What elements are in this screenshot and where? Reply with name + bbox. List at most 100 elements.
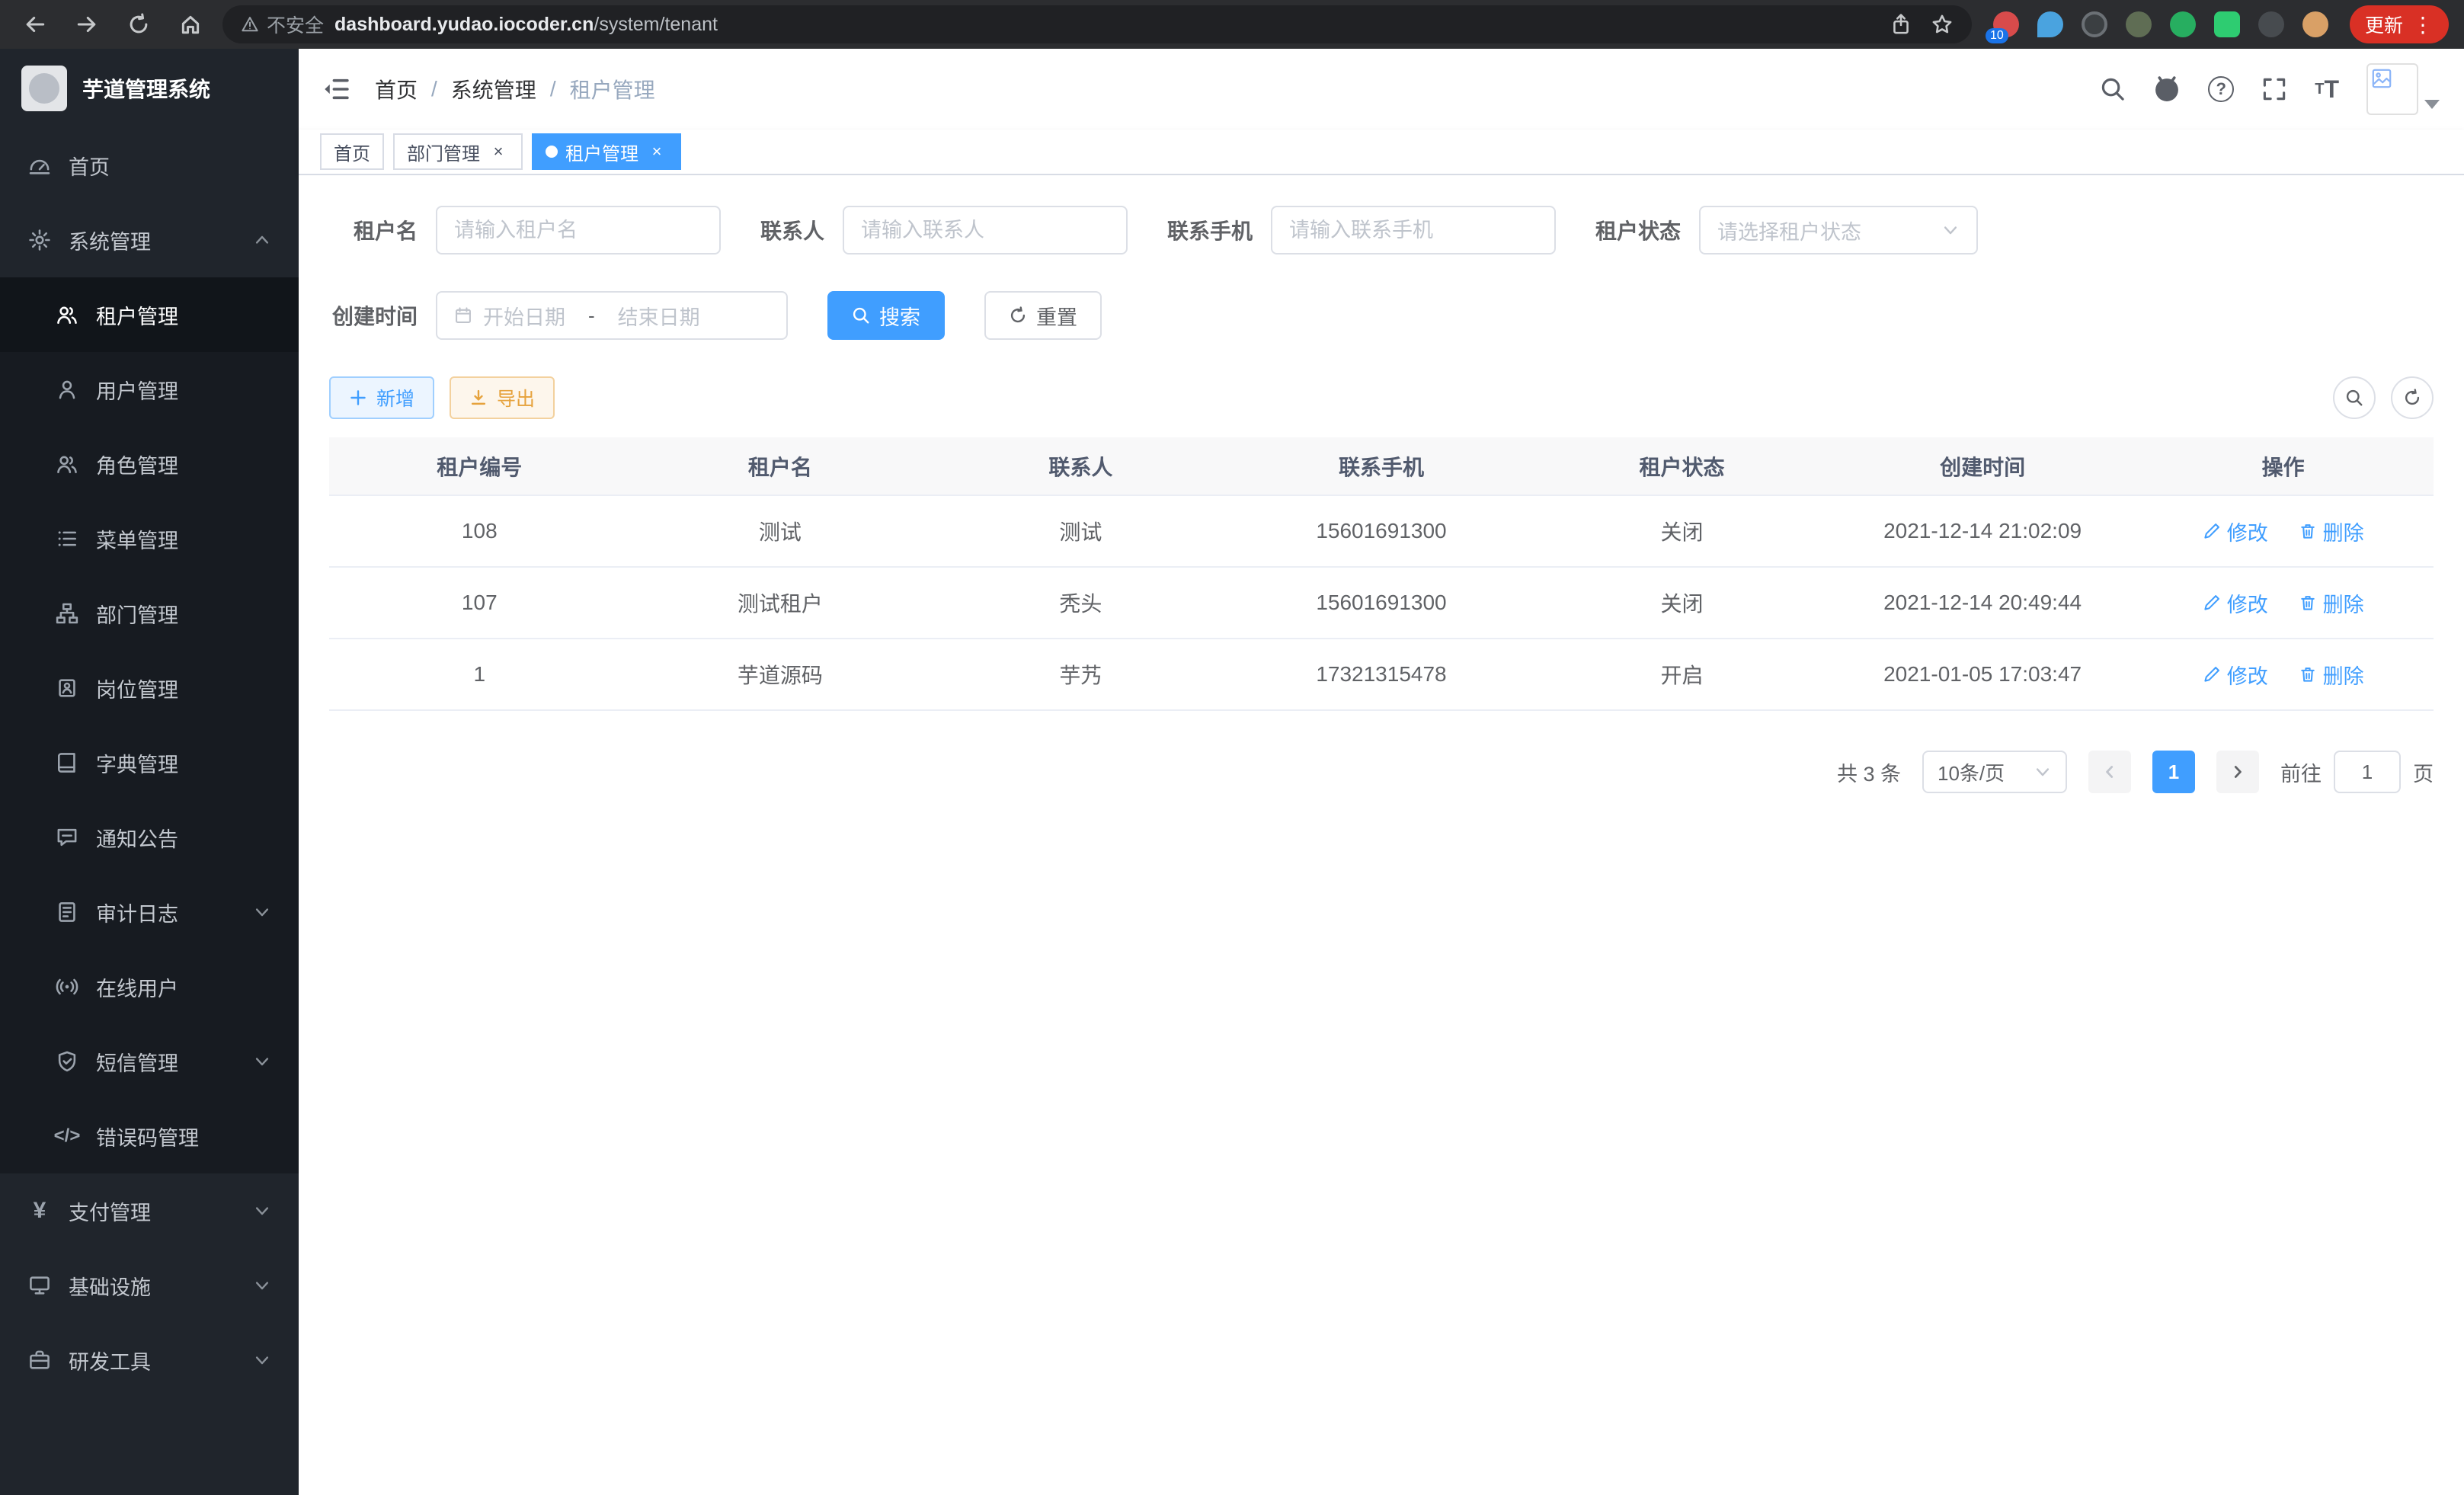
export-button-label: 导出 bbox=[497, 384, 535, 411]
extension-icon-1[interactable]: 10 bbox=[1993, 11, 2019, 37]
sidebar-item-label: 用户管理 bbox=[96, 375, 178, 405]
breadcrumb-separator: / bbox=[431, 77, 437, 101]
sidebar-item-post[interactable]: 岗位管理 bbox=[0, 651, 299, 725]
sidebar-item-tenant[interactable]: 租户管理 bbox=[0, 277, 299, 352]
sidebar-item-audit-log[interactable]: 审计日志 bbox=[0, 875, 299, 949]
extension-icon-2[interactable] bbox=[2037, 11, 2063, 37]
cell-contact: 测试 bbox=[930, 495, 1231, 567]
export-button[interactable]: 导出 bbox=[450, 376, 555, 419]
close-icon[interactable]: × bbox=[646, 141, 667, 162]
org-tree-icon bbox=[55, 602, 79, 625]
filter-row-1: 租户名 联系人 联系手机 bbox=[329, 206, 2434, 255]
extension-icon-8[interactable] bbox=[2302, 11, 2328, 37]
cell-mobile: 15601691300 bbox=[1231, 567, 1532, 639]
sidebar-item-infra[interactable]: 基础设施 bbox=[0, 1248, 299, 1323]
app-logo[interactable]: 芋道管理系统 bbox=[0, 49, 299, 128]
date-range-picker[interactable]: 开始日期 - 结束日期 bbox=[436, 291, 788, 340]
github-icon[interactable] bbox=[2153, 75, 2181, 103]
sidebar-item-home[interactable]: 首页 bbox=[0, 128, 299, 203]
sidebar-item-notice[interactable]: 通知公告 bbox=[0, 800, 299, 875]
delete-link[interactable]: 删除 bbox=[2299, 588, 2364, 618]
table-row: 1 芋道源码 芋艿 17321315478 开启 2021-01-05 17:0… bbox=[329, 639, 2434, 710]
add-button[interactable]: 新增 bbox=[329, 376, 434, 419]
url-bar[interactable]: 不安全 dashboard.yudao.iocoder.cn/system/te… bbox=[222, 5, 1972, 43]
chevron-up-icon bbox=[253, 231, 271, 249]
goto-page-input[interactable] bbox=[2334, 751, 2401, 793]
extension-badge: 10 bbox=[1986, 28, 2008, 43]
chevron-down-icon bbox=[2034, 763, 2052, 781]
extension-icon-3[interactable] bbox=[2082, 11, 2107, 37]
bookmark-star-icon[interactable] bbox=[1931, 13, 1954, 36]
cell-actions: 修改 删除 bbox=[2133, 495, 2434, 567]
reset-button[interactable]: 重置 bbox=[984, 291, 1102, 340]
refresh-table-button[interactable] bbox=[2391, 376, 2434, 419]
prev-page-button[interactable] bbox=[2088, 751, 2131, 793]
page-size-select[interactable]: 10条/页 bbox=[1922, 751, 2067, 793]
sidebar-item-system[interactable]: 系统管理 bbox=[0, 203, 299, 277]
breadcrumb-current: 租户管理 bbox=[570, 74, 655, 104]
tenant-name-input[interactable] bbox=[454, 219, 702, 242]
sidebar-item-label: 研发工具 bbox=[69, 1346, 151, 1375]
search-button[interactable]: 搜索 bbox=[827, 291, 945, 340]
security-label: 不安全 bbox=[267, 11, 324, 38]
sidebar-item-devtool[interactable]: 研发工具 bbox=[0, 1323, 299, 1397]
breadcrumb-home[interactable]: 首页 bbox=[375, 74, 418, 104]
contact-input[interactable] bbox=[861, 219, 1109, 242]
tag-dept[interactable]: 部门管理 × bbox=[393, 133, 523, 170]
close-icon[interactable]: × bbox=[488, 141, 509, 162]
trash-icon bbox=[2299, 522, 2317, 540]
fullscreen-icon[interactable] bbox=[2261, 76, 2287, 102]
toggle-search-button[interactable] bbox=[2333, 376, 2376, 419]
extension-icon-6[interactable] bbox=[2214, 11, 2240, 37]
sidebar-item-dept[interactable]: 部门管理 bbox=[0, 576, 299, 651]
share-icon[interactable] bbox=[1890, 13, 1912, 36]
tag-tenant-active[interactable]: 租户管理 × bbox=[532, 133, 681, 170]
sidebar-item-dict[interactable]: 字典管理 bbox=[0, 725, 299, 800]
delete-link[interactable]: 删除 bbox=[2299, 660, 2364, 690]
font-size-icon[interactable]: TT bbox=[2315, 77, 2339, 101]
chrome-update-button[interactable]: 更新 ⋮ bbox=[2350, 5, 2449, 43]
delete-link[interactable]: 删除 bbox=[2299, 517, 2364, 546]
cell-created: 2021-12-14 21:02:09 bbox=[1832, 495, 2133, 567]
sidebar-item-user[interactable]: 用户管理 bbox=[0, 352, 299, 427]
next-page-button[interactable] bbox=[2216, 751, 2259, 793]
edit-link[interactable]: 修改 bbox=[2203, 517, 2268, 546]
sidebar-item-online-users[interactable]: 在线用户 bbox=[0, 949, 299, 1024]
edit-icon bbox=[2203, 594, 2221, 612]
extension-icon-5[interactable] bbox=[2170, 11, 2196, 37]
reload-icon[interactable] bbox=[119, 5, 158, 44]
help-icon[interactable]: ? bbox=[2208, 76, 2234, 102]
col-created: 创建时间 bbox=[1832, 437, 2133, 495]
kebab-menu-icon[interactable]: ⋮ bbox=[2412, 12, 2434, 37]
delete-label: 删除 bbox=[2323, 517, 2364, 546]
user-avatar[interactable] bbox=[2366, 63, 2440, 115]
sidebar-item-sms[interactable]: 短信管理 bbox=[0, 1024, 299, 1099]
extension-icon-7[interactable] bbox=[2258, 11, 2284, 37]
edit-link[interactable]: 修改 bbox=[2203, 588, 2268, 618]
sidebar-item-payment[interactable]: ¥ 支付管理 bbox=[0, 1173, 299, 1248]
download-icon bbox=[469, 389, 488, 407]
mobile-input[interactable] bbox=[1289, 219, 1538, 242]
header-search-icon[interactable] bbox=[2100, 76, 2126, 102]
refresh-icon bbox=[2403, 389, 2421, 407]
tag-home[interactable]: 首页 bbox=[320, 133, 384, 170]
monitor-icon bbox=[27, 1274, 52, 1297]
back-icon[interactable] bbox=[15, 5, 55, 44]
forward-icon[interactable] bbox=[67, 5, 107, 44]
edit-link[interactable]: 修改 bbox=[2203, 660, 2268, 690]
extension-icon-4[interactable] bbox=[2126, 11, 2152, 37]
security-chip[interactable]: 不安全 bbox=[241, 11, 324, 38]
status-select[interactable]: 请选择租户状态 bbox=[1699, 206, 1978, 255]
sidebar-item-menu[interactable]: 菜单管理 bbox=[0, 501, 299, 576]
page-number-1[interactable]: 1 bbox=[2152, 751, 2195, 793]
home-icon[interactable] bbox=[171, 5, 210, 44]
chevron-down-icon bbox=[253, 1202, 271, 1220]
sidebar-item-error-code[interactable]: </> 错误码管理 bbox=[0, 1099, 299, 1173]
sidebar-item-role[interactable]: 角色管理 bbox=[0, 427, 299, 501]
trash-icon bbox=[2299, 665, 2317, 683]
col-mobile: 联系手机 bbox=[1231, 437, 1532, 495]
cell-tenant-id: 108 bbox=[329, 495, 630, 567]
sidebar-fold-icon[interactable] bbox=[323, 75, 350, 103]
reset-button-label: 重置 bbox=[1036, 301, 1077, 331]
tag-label: 租户管理 bbox=[565, 139, 638, 165]
